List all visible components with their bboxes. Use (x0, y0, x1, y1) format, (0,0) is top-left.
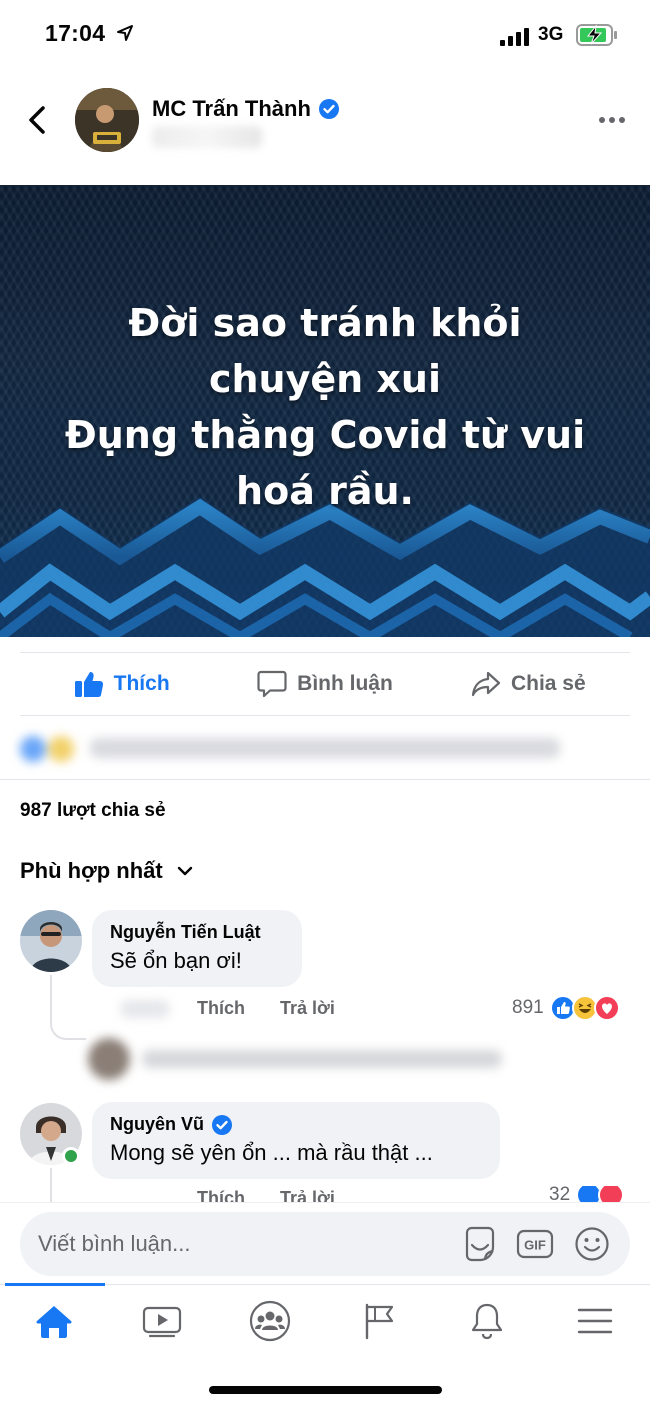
commenter-avatar[interactable] (20, 910, 82, 972)
status-bar: 17:04 3G (0, 0, 650, 70)
gif-button[interactable]: GIF (515, 1224, 555, 1264)
thread-connector (50, 1012, 86, 1040)
shares-count[interactable]: 987 lượt chia sẻ (20, 800, 166, 822)
back-button[interactable] (22, 102, 52, 138)
bell-icon (471, 1303, 503, 1340)
comment-icon (257, 670, 287, 698)
cellular-signal-icon (500, 28, 529, 46)
chevron-down-icon (177, 866, 192, 876)
page-name[interactable]: MC Trấn Thành (152, 96, 339, 122)
verified-badge-icon (212, 1114, 233, 1135)
gif-icon: GIF (516, 1229, 554, 1259)
page-name-text: MC Trấn Thành (152, 96, 311, 121)
home-icon (36, 1306, 72, 1338)
avatar-image (75, 88, 139, 152)
share-label: Chia sẻ (510, 672, 586, 695)
banner-line: Đời sao tránh khỏi (128, 301, 522, 345)
post-action-bar: Thích Bình luận Chia sẻ (20, 652, 630, 716)
sort-label: Phù hợp nhất (20, 858, 163, 883)
home-indicator[interactable] (209, 1386, 442, 1394)
comment-reply-button[interactable]: Trả lời (280, 998, 335, 1018)
comment-sort-dropdown[interactable]: Phù hợp nhất (20, 858, 193, 884)
battery-charging-icon (576, 24, 617, 46)
banner-line: chuyện xui (208, 357, 442, 401)
more-dots-icon (599, 117, 625, 123)
comment-like-button[interactable]: Thích (197, 998, 245, 1018)
comment-text: Mong sẽ yên ổn ... mà rầu thật ... (110, 1140, 433, 1165)
tab-notifications[interactable] (433, 1285, 541, 1357)
avatar-image (20, 910, 82, 972)
post-image-banner[interactable]: Đời sao tránh khỏi chuyện xui Đụng thằng… (0, 185, 650, 637)
reply-preview-blurred[interactable] (88, 1038, 508, 1080)
divider (0, 779, 650, 780)
banner-line: hoá rầu. (236, 469, 414, 513)
tab-pages[interactable] (325, 1285, 433, 1357)
status-time: 17:04 (45, 20, 106, 46)
comment-input[interactable]: Viết bình luận... GIF (20, 1212, 630, 1276)
comment-bubble[interactable]: Nguyễn Tiến Luật Sẽ ổn bạn ơi! (92, 910, 302, 987)
online-status-indicator (62, 1147, 80, 1165)
like-button[interactable]: Thích (20, 653, 223, 715)
share-button[interactable]: Chia sẻ (427, 653, 630, 715)
reaction-count: 891 (512, 997, 544, 1018)
thread-line (50, 975, 52, 1015)
tab-groups[interactable] (216, 1285, 324, 1357)
thumbs-up-icon (74, 672, 103, 697)
emoji-button[interactable] (572, 1224, 612, 1264)
commenter-name[interactable]: Nguyễn Tiến Luật (110, 922, 284, 943)
location-arrow-icon (117, 25, 133, 41)
commenter-name[interactable]: Nguyên Vũ (110, 1114, 482, 1135)
comment-placeholder: Viết bình luận... (38, 1231, 191, 1256)
watch-video-icon (142, 1306, 182, 1338)
love-reaction-icon (593, 995, 620, 1021)
comment-label: Bình luận (297, 672, 393, 695)
comment-actions: Thích Trả lời (197, 998, 365, 1019)
tab-watch[interactable] (108, 1285, 216, 1357)
comment-time-blurred (120, 1000, 170, 1018)
comment-reaction-summary[interactable]: 891 (512, 995, 620, 1021)
sticker-icon (465, 1226, 495, 1262)
more-options-button[interactable] (596, 108, 628, 132)
tab-home[interactable] (0, 1285, 108, 1357)
flag-pages-icon (365, 1303, 394, 1340)
tab-menu[interactable] (541, 1285, 649, 1357)
groups-icon (249, 1300, 291, 1342)
post-timestamp-blurred (152, 126, 262, 148)
like-label: Thích (113, 672, 170, 695)
page-avatar[interactable] (75, 88, 139, 152)
network-type: 3G (538, 24, 564, 45)
gif-label: GIF (524, 1238, 546, 1253)
chevron-left-icon (29, 106, 45, 134)
reactions-summary-blurred[interactable] (10, 730, 570, 766)
menu-hamburger-icon (577, 1308, 613, 1334)
share-arrow-icon (471, 671, 501, 697)
banner-line: Đụng thằng Covid từ vui (64, 413, 586, 457)
comment-bubble[interactable]: Nguyên Vũ Mong sẽ yên ổn ... mà rầu thật… (92, 1102, 500, 1179)
sticker-button[interactable] (460, 1224, 500, 1264)
post-header: MC Trấn Thành (0, 80, 650, 180)
emoji-icon (575, 1227, 609, 1261)
verified-badge-icon (318, 99, 339, 119)
comment-text: Sẽ ổn bạn ơi! (110, 948, 242, 973)
comment-button[interactable]: Bình luận (223, 653, 426, 715)
commenter-name-text: Nguyên Vũ (110, 1114, 205, 1134)
banner-caption: Đời sao tránh khỏi chuyện xui Đụng thằng… (0, 295, 650, 519)
bottom-tab-bar (0, 1283, 650, 1362)
